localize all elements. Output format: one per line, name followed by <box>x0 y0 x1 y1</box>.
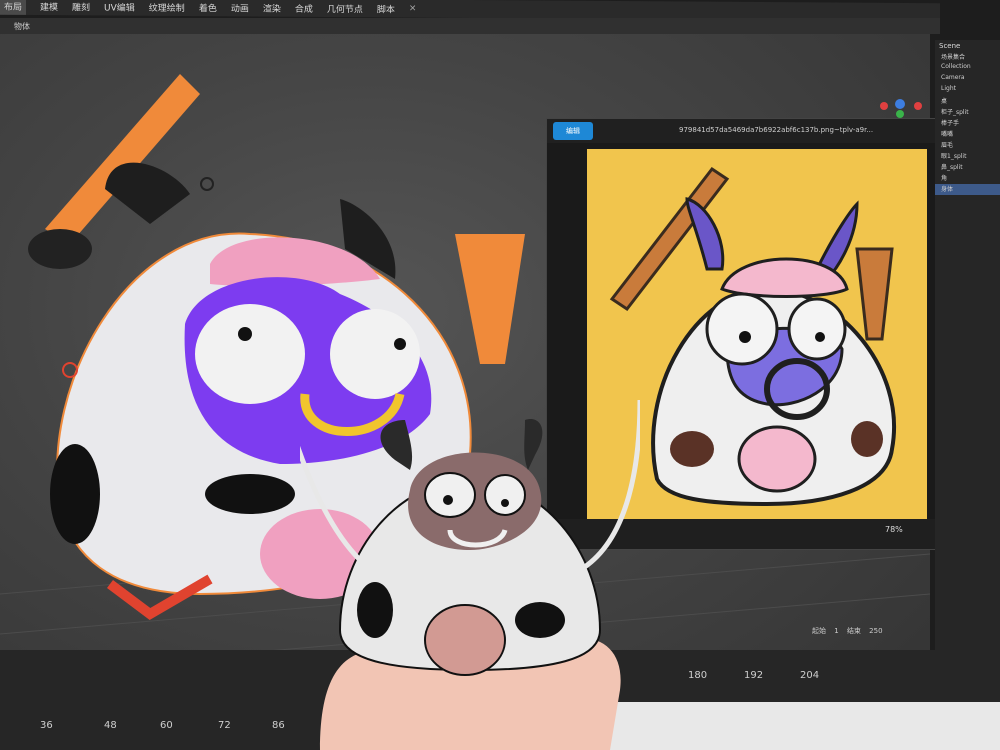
3d-printed-figurine <box>300 400 640 750</box>
workspace-tab[interactable]: 着色 <box>199 1 217 14</box>
outliner-panel[interactable]: Scene 场景集合 Collection Camera Light 桌柜子_split… <box>935 40 1000 650</box>
outliner-row[interactable]: Light <box>935 85 1000 96</box>
start-frame-field[interactable]: 1 <box>834 627 838 635</box>
frame-tick-label: 60 <box>160 720 173 731</box>
outliner-row[interactable]: 鼻_split <box>935 162 1000 173</box>
frame-tick-label: 48 <box>104 720 117 731</box>
workspace-tab[interactable]: 布局 <box>0 0 27 15</box>
workspace-tab[interactable]: 渲染 <box>263 1 281 14</box>
end-frame-field[interactable]: 250 <box>869 627 882 635</box>
workspace-tab[interactable]: 合成 <box>295 1 313 14</box>
frame-tick-label: 180 <box>688 670 708 681</box>
frame-tick-label: 192 <box>744 670 764 681</box>
outliner-row[interactable]: 桌 <box>935 96 1000 107</box>
object-menu[interactable]: 物体 <box>14 21 30 32</box>
edit-button-label: 编辑 <box>566 127 580 135</box>
workspace-tab[interactable]: 纹理绘制 <box>149 0 185 13</box>
start-label: 起始 <box>812 627 826 635</box>
outliner-row[interactable]: 柜子_split <box>935 107 1000 118</box>
frame-tick-label: 204 <box>800 670 820 681</box>
viewer-titlebar: 编辑 979841d57da5469da7b6922abf6c137b.png~… <box>547 119 957 143</box>
outliner-row[interactable]: 身体 <box>935 184 1000 195</box>
frame-tick-label: 36 <box>40 720 53 731</box>
workspace-tab[interactable]: 雕刻 <box>72 0 90 13</box>
outliner-row[interactable]: 眼1_split <box>935 151 1000 162</box>
outliner-row[interactable]: 棒子手 <box>935 118 1000 129</box>
playback-range: 起始 1 结束 250 <box>812 626 889 636</box>
outliner-row[interactable]: 场景集合 <box>935 52 1000 63</box>
outliner-row[interactable]: 嘴嘴 <box>935 129 1000 140</box>
frame-tick-label: 86 <box>272 720 285 731</box>
edit-button[interactable]: 编辑 <box>553 122 593 140</box>
scene-label: Scene <box>939 42 961 50</box>
frame-tick-label: 72 <box>218 720 231 731</box>
outliner-row[interactable]: 眉毛 <box>935 140 1000 151</box>
outliner-row[interactable]: 角 <box>935 173 1000 184</box>
workspace-tab[interactable]: 几何节点 <box>327 2 363 15</box>
workspace-tab[interactable]: 脚本 <box>377 2 395 15</box>
end-label: 结束 <box>846 627 861 635</box>
zoom-level[interactable]: 78% <box>885 525 903 534</box>
viewer-title: 979841d57da5469da7b6922abf6c137b.png~tpl… <box>679 126 874 134</box>
viewport-header: 物体 全局 选项 <box>0 18 940 79</box>
club-left <box>45 74 200 244</box>
outliner-row[interactable]: Collection <box>935 63 1000 74</box>
close-tab-icon[interactable]: × <box>409 4 417 14</box>
photo-scene: 布局建模 雕刻 UV编辑 纹理绘制 着色 动画 渲染 合成 几何节点 脚本 × 物体 全局 选项 <box>0 0 1000 750</box>
workspace-tab[interactable]: UV编辑 <box>104 0 135 13</box>
outliner-row[interactable]: Camera <box>935 74 1000 85</box>
workspace-tab[interactable]: 动画 <box>231 1 249 14</box>
workspace-tab[interactable]: 建模 <box>40 0 58 13</box>
